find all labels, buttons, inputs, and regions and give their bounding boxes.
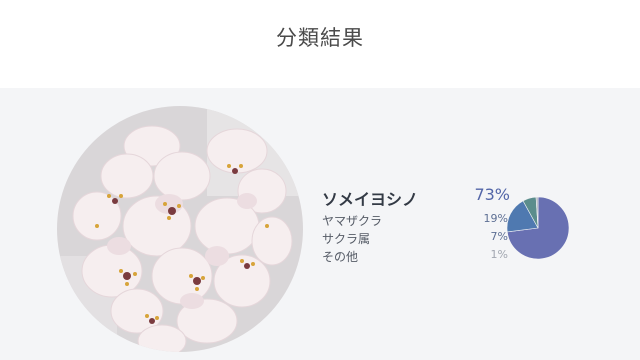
result-row: ヤマザクラ 19% — [322, 212, 522, 230]
result-label: ソメイヨシノ — [322, 190, 419, 209]
result-label: その他 — [322, 250, 359, 264]
result-row: サクラ属 7% — [322, 230, 522, 248]
cherry-blossom-photo — [57, 106, 303, 352]
result-row: その他 1% — [322, 248, 522, 266]
page-title: 分類結果 — [276, 26, 364, 50]
results-pie-chart — [506, 196, 570, 260]
result-row: ソメイヨシノ 73% — [322, 184, 522, 212]
result-label: ヤマザクラ — [322, 214, 383, 228]
results-panel: ソメイヨシノ 73% ヤマザクラ 19% サクラ属 7% その他 1% — [0, 88, 640, 360]
classification-results: ソメイヨシノ 73% ヤマザクラ 19% サクラ属 7% その他 1% — [322, 184, 522, 266]
result-label: サクラ属 — [322, 232, 371, 246]
header: 分類結果 — [0, 0, 640, 88]
